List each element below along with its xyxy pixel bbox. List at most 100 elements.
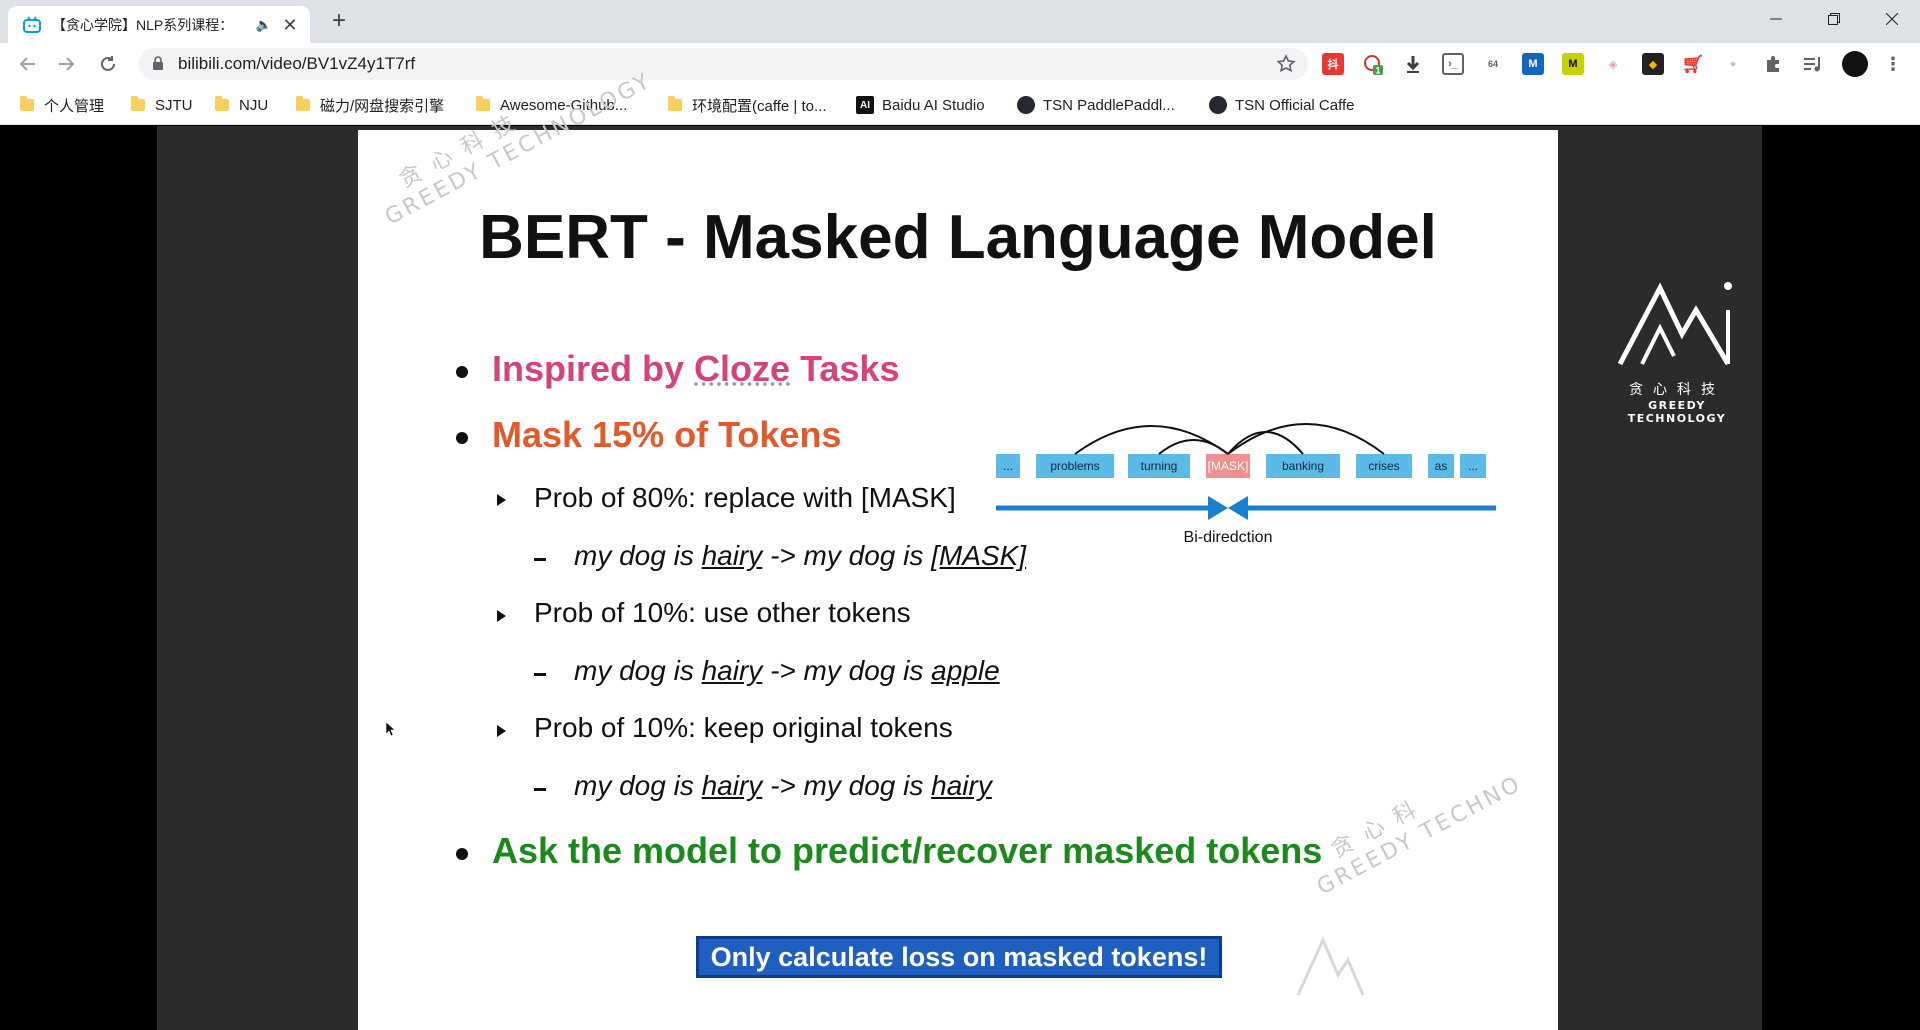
bullet-dot <box>456 432 468 444</box>
dash-marker <box>534 558 546 561</box>
token-label: ... <box>1468 459 1478 473</box>
github-icon <box>1017 96 1035 114</box>
extension-icon[interactable]: ◆ <box>1642 53 1664 75</box>
dash-marker <box>534 673 546 676</box>
bidirectional-diagram: ... problems turning [MASK] banking crises as.… <box>996 423 1496 546</box>
bookmark-label: 个人管理 <box>44 97 105 115</box>
bookmark-item[interactable]: AI Baidu AI Studio <box>856 95 985 115</box>
example-10-other: my dog is hairy -> my dog is apple <box>574 655 1000 686</box>
bullet-dot <box>456 366 468 378</box>
reload-icon[interactable] <box>94 50 122 78</box>
folder-icon <box>215 96 229 111</box>
bookmark-label: TSN Official Caffe <box>1235 96 1355 114</box>
close-window-icon[interactable] <box>1863 0 1920 38</box>
sub-item-80: Prob of 80%: replace with [MASK] <box>534 482 956 513</box>
sub-item-10-keep: Prob of 10%: keep original tokens <box>534 712 953 743</box>
extension-icon[interactable]: 1 <box>1362 53 1384 75</box>
forward-icon[interactable] <box>52 50 80 78</box>
avatar[interactable] <box>1842 51 1868 77</box>
restore-icon[interactable] <box>1805 0 1863 38</box>
watermark: 贪 心 科 GREEDY TECHNO <box>1298 743 1526 900</box>
minimize-icon[interactable] <box>1747 0 1805 38</box>
bilibili-icon <box>23 15 41 33</box>
arrowhead-right <box>1208 496 1228 520</box>
tab-strip: 【贪心学院】NLP系列课程： 🔈 ✕ + <box>0 0 1920 43</box>
video-player[interactable]: 贪 心 科 技 GREEDY TECHNOLOGY 贪 心 科 GREEDY T… <box>0 68 1920 1030</box>
bookmark-label: TSN PaddlePaddl... <box>1043 96 1175 114</box>
bookmark-label: 环境配置(caffe | to... <box>692 97 827 115</box>
bookmark-item[interactable]: TSN Official Caffe <box>1209 95 1355 115</box>
loss-note: Only calculate loss on masked tokens! <box>696 936 1222 978</box>
extension-icon[interactable]: M <box>1562 53 1584 75</box>
folder-icon <box>296 96 310 111</box>
extension-icon[interactable]: ✦ <box>1722 53 1744 75</box>
greedy-logo: 贪心科技 GREEDY TECHNOLOGY <box>1612 280 1742 425</box>
address-bar[interactable]: bilibili.com/video/BV1vZ4y1T7rf <box>138 48 1308 80</box>
dash-marker <box>534 788 546 791</box>
media-control-icon[interactable] <box>1802 53 1824 75</box>
bookmark-label: NJU <box>239 96 269 114</box>
bookmark-label: 磁力/网盘搜索引擎 <box>320 97 445 115</box>
attention-arc <box>1158 439 1229 455</box>
bookmark-item[interactable]: 磁力/网盘搜索引擎 <box>296 95 444 115</box>
url-text[interactable]: bilibili.com/video/BV1vZ4y1T7rf <box>178 48 415 80</box>
bookmark-star-icon[interactable] <box>1276 54 1296 74</box>
token-label: crises <box>1368 459 1399 473</box>
logo-cn: 贪心科技 <box>1629 381 1725 397</box>
example-80: my dog is hairy -> my dog is [MASK] <box>574 540 1027 571</box>
more-menu-icon[interactable]: ⋮ <box>1882 53 1904 75</box>
sub-bullet-marker <box>497 610 506 622</box>
lecture-slide: 贪 心 科 技 GREEDY TECHNOLOGY 贪 心 科 GREEDY T… <box>358 68 1558 1030</box>
token-label: turning <box>1141 459 1178 473</box>
extension-icon[interactable]: M <box>1522 53 1544 75</box>
ai-studio-icon: AI <box>856 96 874 114</box>
bullet-predict: Ask the model to predict/recover masked … <box>492 830 1323 871</box>
slide-title: BERT - Masked Language Model <box>479 203 1437 272</box>
token-label: [MASK] <box>1208 459 1249 473</box>
diagram-caption: Bi-diredction <box>1184 529 1273 546</box>
download-icon[interactable] <box>1402 53 1424 75</box>
browser-toolbar: bilibili.com/video/BV1vZ4y1T7rf 抖 1 ›_ 6… <box>0 43 1920 85</box>
bookmarks-bar: 个人管理 SJTU NJU 磁力/网盘搜索引擎 Awesome-Github..… <box>0 85 1920 125</box>
folder-icon <box>668 96 682 111</box>
back-icon[interactable] <box>14 50 42 78</box>
close-tab-icon[interactable]: ✕ <box>280 15 300 35</box>
folder-icon <box>131 96 145 111</box>
bookmark-item[interactable]: 个人管理 <box>20 95 104 115</box>
bullet-dot <box>456 848 468 860</box>
tab-title: 【贪心学院】NLP系列课程： <box>52 16 234 33</box>
bookmark-item[interactable]: 环境配置(caffe | to... <box>668 95 827 115</box>
bullet-mask: Mask 15% of Tokens <box>492 414 842 455</box>
arrowhead-left <box>1228 496 1248 520</box>
token-label: ... <box>1003 459 1013 473</box>
speaker-icon[interactable]: 🔈 <box>256 17 272 33</box>
token-label: banking <box>1282 459 1324 473</box>
new-tab-button[interactable]: + <box>325 8 353 36</box>
sub-bullet-marker <box>497 494 506 506</box>
bookmark-item[interactable]: NJU <box>215 95 268 115</box>
token-label: as <box>1435 459 1448 473</box>
watermark-logo-icon <box>1296 936 1365 996</box>
attention-arc <box>1227 431 1304 455</box>
active-tab[interactable]: 【贪心学院】NLP系列课程： 🔈 ✕ <box>8 6 310 43</box>
extension-badge: 1 <box>1375 66 1380 76</box>
extension-icon[interactable]: 抖 <box>1322 53 1344 75</box>
token-label: problems <box>1050 459 1099 473</box>
sub-bullet-marker <box>497 725 506 737</box>
folder-icon <box>476 96 490 111</box>
bookmark-label: SJTU <box>155 96 193 114</box>
bullet-cloze: Inspired by Cloze Tasks <box>492 348 900 389</box>
lock-icon[interactable] <box>152 56 164 71</box>
bookmark-item[interactable]: TSN PaddlePaddl... <box>1017 95 1175 115</box>
bookmark-label: Baidu AI Studio <box>882 96 985 114</box>
logo-en: GREEDY TECHNOLOGY <box>1627 399 1727 425</box>
sub-item-10-other: Prob of 10%: use other tokens <box>534 597 911 628</box>
extension-icon[interactable]: ◈ <box>1602 53 1624 75</box>
github-icon <box>1209 96 1227 114</box>
bookmark-item[interactable]: SJTU <box>131 95 193 115</box>
extension-icon[interactable]: 64 <box>1482 53 1504 75</box>
attention-arc <box>1227 423 1385 455</box>
puzzle-icon[interactable] <box>1762 53 1784 75</box>
cart-icon[interactable]: 🛒︎ <box>1682 53 1705 75</box>
extension-icon[interactable]: ›_ <box>1442 53 1464 75</box>
